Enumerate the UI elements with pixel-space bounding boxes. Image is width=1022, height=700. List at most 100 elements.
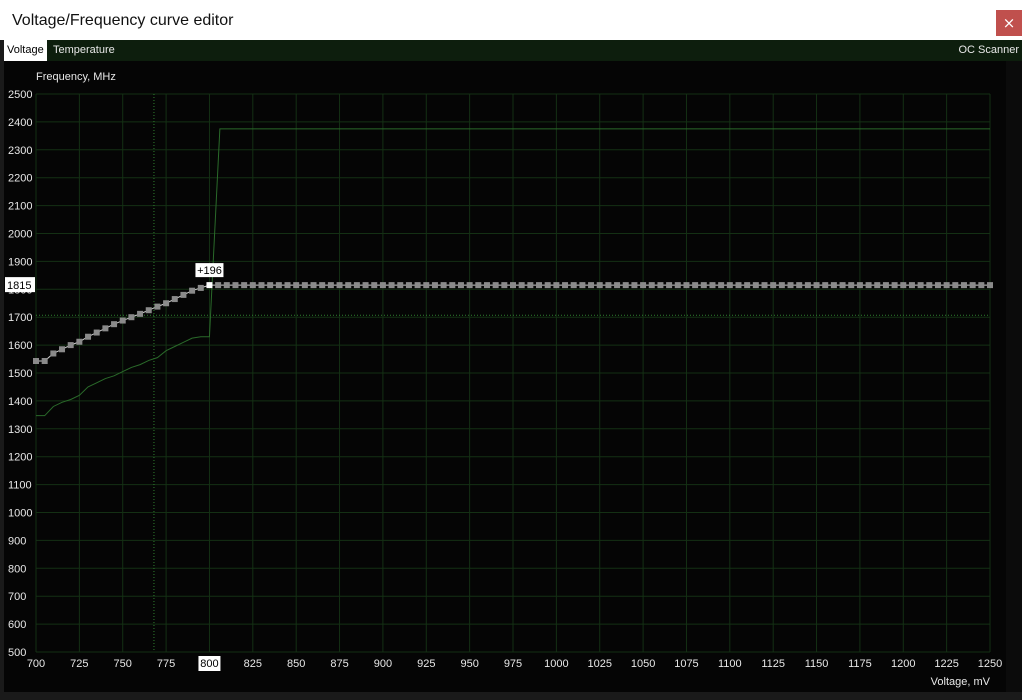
curve-point — [362, 282, 369, 289]
vf-curve-chart[interactable]: Frequency, MHz Voltage, mV 700 725 750 775 800… — [0, 0, 1022, 700]
curve-point — [293, 282, 300, 289]
curve-point — [605, 282, 612, 289]
curve-point — [527, 282, 534, 289]
curve-point — [457, 282, 464, 289]
curve-point — [934, 282, 941, 289]
curve-point — [59, 346, 66, 353]
x-tick-label: 725 — [70, 658, 88, 670]
curve-point — [93, 329, 100, 336]
curve-point — [223, 282, 230, 289]
curve-point — [241, 282, 248, 289]
x-tick-label: 1175 — [848, 658, 872, 670]
curve-point — [952, 282, 959, 289]
curve-point — [562, 282, 569, 289]
x-tick-label: 1025 — [587, 658, 611, 670]
curve-point — [796, 282, 803, 289]
curve-point — [284, 282, 291, 289]
curve-point — [943, 282, 950, 289]
x-tick-label: 950 — [460, 658, 478, 670]
curve-point — [197, 284, 204, 291]
y-tick-label: 600 — [8, 619, 26, 631]
x-tick-label: 1050 — [631, 658, 655, 670]
curve-point — [275, 282, 282, 289]
curve-point — [440, 282, 447, 289]
y-tick-label: 2400 — [8, 117, 32, 129]
curve-point — [588, 282, 595, 289]
curve-point — [85, 333, 92, 340]
x-tick-label: 700 — [27, 658, 45, 670]
curve-point — [353, 282, 360, 289]
curve-point — [76, 338, 83, 345]
curve-point — [891, 282, 898, 289]
curve-point — [709, 282, 716, 289]
curve-point — [744, 282, 751, 289]
curve-point — [518, 282, 525, 289]
x-tick-label: 975 — [504, 658, 522, 670]
curve-point — [510, 282, 516, 289]
y-tick-label: 1900 — [8, 256, 32, 268]
y-tick-label: 1300 — [8, 424, 32, 436]
x-tick-label: 1000 — [544, 658, 568, 670]
curve-point — [431, 282, 438, 289]
x-tick-label: 850 — [287, 658, 305, 670]
y-tick-label: 2100 — [8, 201, 32, 213]
curve-point — [388, 282, 395, 289]
curve-point — [640, 282, 647, 289]
curve-point — [163, 300, 170, 307]
curve-point — [336, 282, 343, 289]
y-tick-label: 500 — [8, 647, 26, 659]
curve-point — [813, 282, 820, 289]
curve-point — [778, 282, 785, 289]
curve-point — [501, 282, 508, 289]
curve-point — [700, 282, 707, 289]
x-tick-label: 900 — [374, 658, 392, 670]
y-tick-label: 700 — [8, 591, 26, 603]
curve-point — [926, 282, 933, 289]
y-tick-label: 1200 — [8, 452, 32, 464]
curve-point — [657, 282, 664, 289]
curve-point — [666, 282, 673, 289]
curve-point — [267, 282, 274, 289]
curve-point — [596, 282, 603, 289]
curve-point — [882, 282, 889, 289]
curve-point — [830, 282, 837, 289]
curve-point — [319, 282, 326, 289]
x-tick-label: 800 — [200, 658, 218, 670]
curve-point — [475, 282, 482, 289]
curve-point — [171, 296, 178, 303]
curve-point — [648, 282, 655, 289]
curve-point — [579, 282, 586, 289]
curve-point — [978, 282, 985, 289]
curve-point — [874, 282, 881, 289]
curve-point — [553, 282, 560, 289]
curve-point — [544, 282, 551, 289]
curve-point — [232, 282, 239, 289]
x-tick-label: 750 — [114, 658, 132, 670]
curve-point — [379, 282, 386, 289]
curve-point — [405, 282, 412, 289]
curve-point — [718, 282, 725, 289]
y-tick-label: 1600 — [8, 340, 32, 352]
curve-point — [683, 282, 690, 289]
y-tick-label: 2500 — [8, 89, 32, 101]
curve-point — [310, 282, 317, 289]
y-value-label: 1815 — [7, 280, 31, 292]
x-tick-label: 775 — [157, 658, 175, 670]
curve-point — [371, 282, 378, 289]
curve-point — [848, 282, 855, 289]
curve-point — [33, 358, 39, 365]
curve-point — [822, 282, 829, 289]
curve-point — [111, 321, 118, 328]
x-tick-label: 825 — [244, 658, 262, 670]
y-tick-label: 2000 — [8, 229, 32, 241]
x-tick-label: 1150 — [805, 658, 829, 670]
y-tick-label: 2300 — [8, 145, 32, 157]
curve-point — [258, 282, 265, 289]
x-tick-label: 1225 — [934, 658, 958, 670]
curve-point — [180, 291, 187, 298]
y-tick-label: 900 — [8, 535, 26, 547]
curve-point — [102, 325, 109, 332]
curve-point — [215, 282, 222, 289]
curve-point — [900, 282, 907, 289]
curve-point — [249, 282, 256, 289]
